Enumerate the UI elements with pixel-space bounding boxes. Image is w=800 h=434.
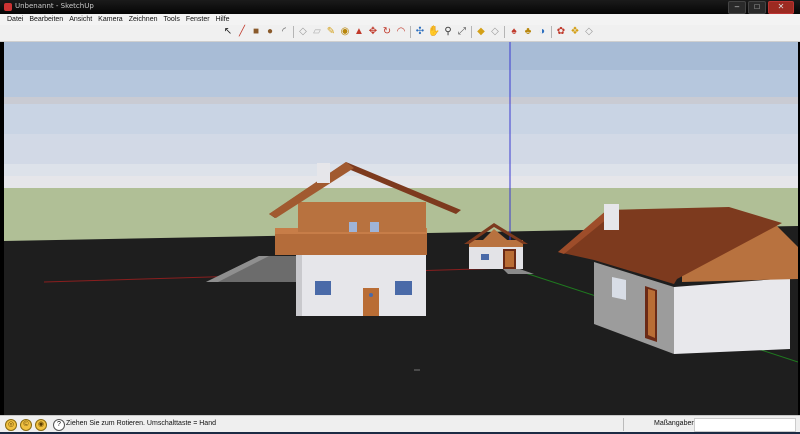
tool-bar: ↖ ╱ ■ ● ◜ ◇ ▱ ✎ ◉ ▲ ✥ ↻ ◠ ✣ ✋ ⚲ ⤢ ◆ ◇ ♠ ♣ ◑ ✿ ❖ ◇	[0, 25, 800, 42]
tape-measure-icon[interactable]: ✎	[325, 26, 337, 38]
orbit-tool-icon[interactable]: ✣	[414, 26, 426, 38]
line-tool-icon[interactable]: ╱	[236, 26, 248, 38]
sky-band	[4, 70, 798, 97]
measurements-label: Maßangaben	[654, 420, 696, 427]
zoom-tool-icon[interactable]: ⚲	[442, 26, 454, 38]
window-controls: – □ ✕	[728, 1, 794, 14]
share-model-icon[interactable]: ◇	[489, 26, 501, 38]
sketchup-app-icon	[4, 3, 12, 11]
menu-tools[interactable]: Tools	[160, 14, 182, 25]
3d-viewport[interactable]	[4, 42, 798, 415]
status-message: Ziehen Sie zum Rotieren. Umschalttaste =…	[66, 420, 216, 427]
minimize-button[interactable]: –	[728, 1, 746, 14]
position-camera-icon[interactable]: ♣	[522, 26, 534, 38]
tool-buttons: ↖ ╱ ■ ● ◜ ◇ ▱ ✎ ◉ ▲ ✥ ↻ ◠ ✣ ✋ ⚲ ⤢ ◆ ◇ ♠ ♣ ◑ ✿ ❖ ◇	[221, 26, 596, 38]
toolbar-separator	[504, 26, 505, 38]
menu-zeichnen[interactable]: Zeichnen	[126, 14, 161, 25]
pan-tool-icon[interactable]: ✋	[428, 26, 440, 38]
scene-canvas[interactable]	[4, 42, 798, 415]
get-models-icon[interactable]: ◆	[475, 26, 487, 38]
status-icons: ◎ © ◉	[5, 419, 47, 431]
status-bar: ◎ © ◉ ? Ziehen Sie zum Rotieren. Umschal…	[0, 415, 800, 433]
select-tool-icon[interactable]: ↖	[222, 26, 234, 38]
menu-ansicht[interactable]: Ansicht	[66, 14, 95, 25]
sky-band	[4, 42, 798, 70]
geo-location-icon[interactable]: ◎	[5, 419, 17, 431]
toolbar-separator	[471, 26, 472, 38]
layout-icon[interactable]: ◇	[583, 26, 595, 38]
arc-tool-icon[interactable]: ◜	[278, 26, 290, 38]
push-pull-icon[interactable]: ▲	[353, 26, 365, 38]
toolbar-separator	[551, 26, 552, 38]
sky-band	[4, 97, 798, 104]
measurements-input[interactable]	[694, 418, 796, 432]
title-bar: Unbenannt - SketchUp – □ ✕	[0, 0, 800, 14]
user-icon[interactable]: ◉	[35, 419, 47, 431]
maximize-button[interactable]: □	[748, 1, 766, 14]
add-location-icon[interactable]: ◑	[536, 26, 548, 38]
paint-bucket-icon[interactable]: ◉	[339, 26, 351, 38]
ground-marker	[414, 369, 420, 371]
toolbar-separator	[293, 26, 294, 38]
photo-textures-icon[interactable]: ✿	[555, 26, 567, 38]
sandbox-icon[interactable]: ♠	[508, 26, 520, 38]
circle-tool-icon[interactable]: ●	[264, 26, 276, 38]
move-tool-icon[interactable]: ✥	[367, 26, 379, 38]
toolbar-separator	[410, 26, 411, 38]
rotate-tool-icon[interactable]: ↻	[381, 26, 393, 38]
status-divider	[623, 418, 624, 431]
sky-band	[4, 164, 798, 176]
extension-warehouse-icon[interactable]: ❖	[569, 26, 581, 38]
menu-kamera[interactable]: Kamera	[95, 14, 126, 25]
rectangle-tool-icon[interactable]: ■	[250, 26, 262, 38]
sky-band	[4, 104, 798, 134]
menu-datei[interactable]: Datei	[4, 14, 26, 25]
zoom-extents-icon[interactable]: ⤢	[456, 26, 468, 38]
menu-fenster[interactable]: Fenster	[183, 14, 213, 25]
make-component-icon[interactable]: ◇	[297, 26, 309, 38]
eraser-tool-icon[interactable]: ▱	[311, 26, 323, 38]
window-title: Unbenannt - SketchUp	[15, 2, 94, 10]
menu-hilfe[interactable]: Hilfe	[213, 14, 233, 25]
sky-band	[4, 134, 798, 164]
credits-icon[interactable]: ©	[20, 419, 32, 431]
offset-tool-icon[interactable]: ◠	[395, 26, 407, 38]
menu-bearbeiten[interactable]: Bearbeiten	[26, 14, 66, 25]
close-button[interactable]: ✕	[768, 1, 794, 14]
help-icon[interactable]: ?	[53, 419, 65, 431]
